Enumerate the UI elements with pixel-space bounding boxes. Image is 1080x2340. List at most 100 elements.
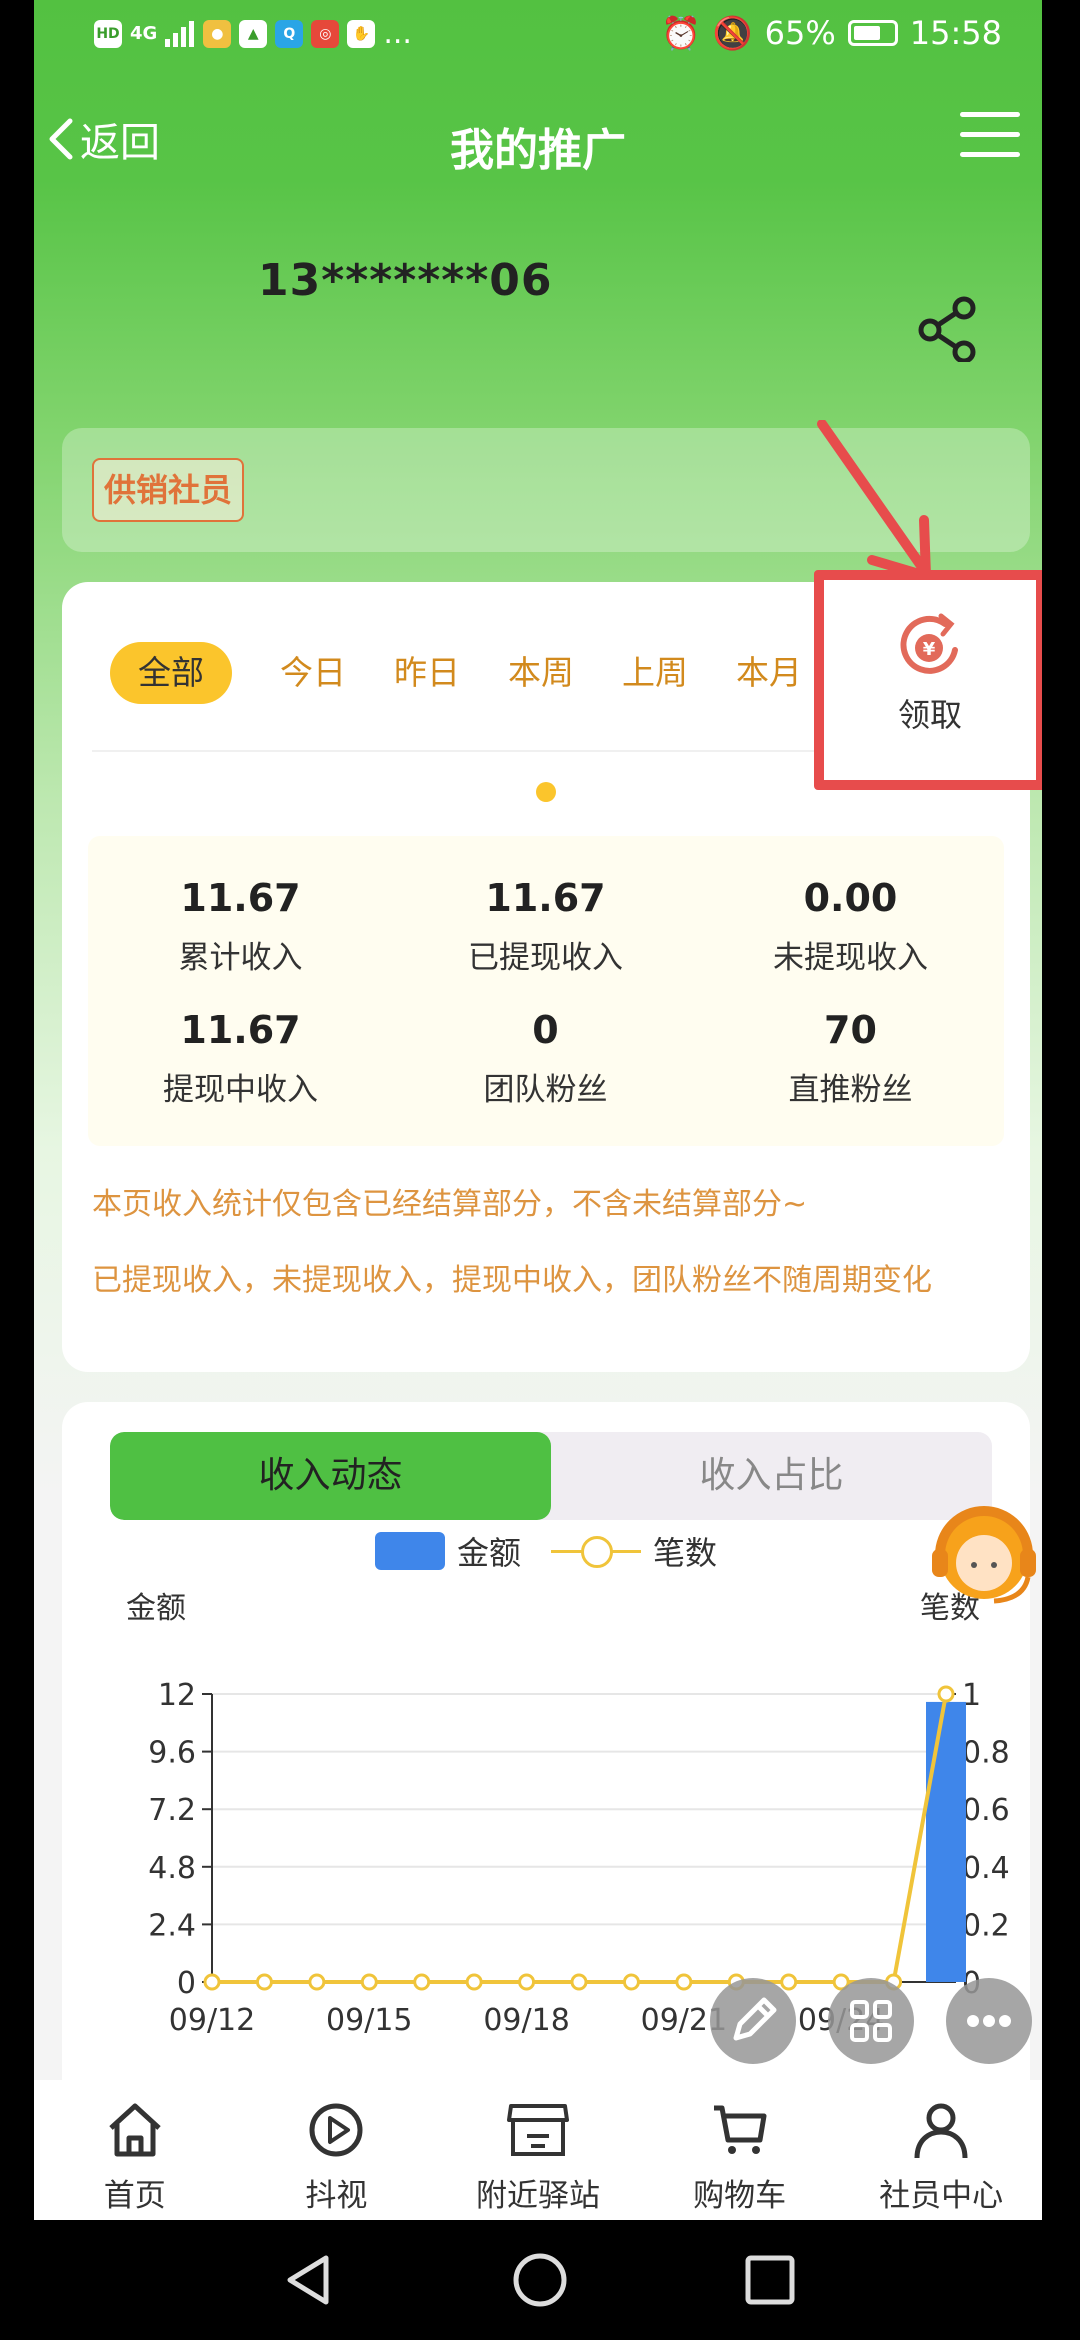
nav-label: 首页: [103, 2178, 166, 2214]
store-icon: [506, 2104, 569, 2156]
stat-withdrawing-income: 11.67 提现中收入: [88, 1008, 393, 1109]
chart-switch: 收入动态 收入占比: [110, 1432, 992, 1520]
share-icon[interactable]: [916, 296, 982, 362]
status-bar: HD 4G ● ▲ Q ◎ ✋ ... ⏰ 🔕 65% 15:58: [34, 0, 1042, 70]
period-tabs: 全部 今日 昨日 本周 上周 本月: [110, 642, 850, 704]
stat-value: 0: [532, 1008, 559, 1052]
line-count: [212, 1693, 948, 1984]
tab-last-week[interactable]: 上周: [622, 642, 688, 704]
bar-amount: [926, 1701, 966, 1982]
stat-label: 未提现收入: [773, 940, 928, 976]
apps-fab[interactable]: [828, 1978, 914, 2064]
stat-label: 直推粉丝: [788, 1072, 913, 1108]
y-right-tick-label: 0.8: [962, 1736, 1010, 1771]
y-left-tick-label: 7.2: [148, 1793, 196, 1828]
stat-value: 11.67: [485, 876, 606, 920]
tab-income-trend[interactable]: 收入动态: [110, 1432, 551, 1520]
y-left-tick-label: 2.4: [148, 1908, 196, 1943]
recents-square-icon[interactable]: [740, 2250, 800, 2310]
y-left-tick-label: 0: [177, 1966, 196, 2001]
line-point: [465, 1973, 483, 1991]
status-icons: HD 4G ● ▲ Q ◎ ✋ ...: [94, 16, 412, 51]
alarm-icon: ⏰: [660, 14, 701, 52]
page-title: 我的推广: [450, 125, 626, 176]
more-dots-icon: [967, 2015, 1011, 2027]
stat-direct-fans: 70 直推粉丝: [698, 1008, 1003, 1109]
legend-amount-label: 金额: [456, 1534, 521, 1572]
search-app-icon: Q: [275, 19, 304, 48]
battery-icon: [847, 20, 898, 46]
y-axis-left-label: 金额: [126, 1591, 186, 1626]
claim-label: 领取: [897, 696, 962, 734]
system-nav-bar: [0, 2220, 1080, 2340]
y-right-tick-label: 0.4: [962, 1851, 1010, 1886]
person-icon: [914, 2103, 968, 2159]
nav-member-center[interactable]: 社员中心: [840, 2080, 1042, 2220]
stat-label: 已提现收入: [468, 940, 623, 976]
stat-team-fans: 0 团队粉丝: [393, 1008, 698, 1109]
y-left-tick-label: 12: [158, 1678, 196, 1713]
line-point: [203, 1973, 221, 1991]
line-point: [308, 1973, 326, 1991]
nav-label: 抖视: [305, 2178, 368, 2214]
tab-today[interactable]: 今日: [280, 642, 346, 704]
edit-fab[interactable]: [710, 1978, 796, 2064]
legend-count-swatch: [551, 1532, 641, 1570]
stat-value: 11.67: [180, 1008, 301, 1052]
user-phone: 13*******06: [258, 255, 553, 306]
tab-this-month[interactable]: 本月: [736, 642, 802, 704]
tab-yesterday[interactable]: 昨日: [394, 642, 460, 704]
status-right: ⏰ 🔕 65% 15:58: [661, 14, 1002, 52]
app-icon: ◎: [311, 19, 340, 48]
nav-label: 购物车: [693, 2178, 787, 2214]
annotation-arrow: [817, 420, 931, 581]
more-icon: ...: [383, 16, 412, 51]
tab-this-week[interactable]: 本周: [508, 642, 574, 704]
line-point: [413, 1973, 431, 1991]
stat-unwithdrawn-income: 0.00 未提现收入: [698, 876, 1003, 977]
stat-value: 70: [824, 1008, 877, 1052]
clock: 15:58: [909, 14, 1002, 52]
stat-value: 11.67: [180, 876, 301, 920]
x-tick-label: 09/12: [169, 2003, 255, 2038]
settlement-note: 本页收入统计仅包含已经结算部分，不含未结算部分~: [92, 1187, 808, 1222]
nav-label: 附近驿站: [475, 2178, 600, 2214]
y-right-tick-label: 0.2: [962, 1908, 1010, 1943]
customer-service-icon[interactable]: [924, 1495, 1042, 1615]
hd-icon: HD: [94, 19, 122, 48]
nav-home[interactable]: 首页: [34, 2080, 236, 2220]
stats-grid: 11.67 累计收入 11.67 已提现收入 0.00 未提现收入 11.67 提现中收…: [88, 836, 1004, 1146]
line-point: [570, 1973, 588, 1991]
page-indicator-dot: [536, 782, 556, 802]
x-tick-label: 09/15: [326, 2003, 412, 2038]
nav-cart[interactable]: 购物车: [639, 2080, 841, 2220]
stat-label: 累计收入: [178, 940, 303, 976]
y-right-tick-label: 0.6: [962, 1793, 1010, 1828]
period-note: 已提现收入，未提现收入，提现中收入，团队粉丝不随周期变化: [92, 1263, 932, 1298]
home-circle-icon[interactable]: [510, 2250, 570, 2310]
coupon-claim-icon: ¥: [900, 613, 958, 674]
claim-button[interactable]: ¥ 领取: [814, 570, 1042, 790]
tab-all[interactable]: 全部: [110, 642, 232, 704]
line-point: [518, 1973, 536, 1991]
grid-icon: [850, 2000, 892, 2042]
pencil-icon: [733, 1997, 777, 2041]
home-icon: [109, 2103, 161, 2157]
nav-video[interactable]: 抖视: [236, 2080, 438, 2220]
hamburger-menu-icon[interactable]: [960, 112, 1020, 162]
legend-count-label: 笔数: [653, 1534, 718, 1572]
stat-withdrawn-income: 11.67 已提现收入: [393, 876, 698, 977]
y-left-tick-label: 9.6: [148, 1736, 196, 1771]
more-fab[interactable]: [946, 1978, 1032, 2064]
nav-label: 社员中心: [879, 2178, 1004, 2214]
x-tick-label: 09/18: [483, 2003, 569, 2038]
member-badge: 供销社员: [92, 458, 245, 522]
back-triangle-icon[interactable]: [280, 2250, 340, 2310]
stat-value: 0.00: [803, 876, 898, 920]
nav-nearby-station[interactable]: 附近驿站: [437, 2080, 639, 2220]
line-point: [360, 1973, 378, 1991]
app-icon: ●: [203, 19, 232, 48]
stat-label: 提现中收入: [163, 1072, 318, 1108]
video-icon: [309, 2103, 363, 2157]
line-point: [937, 1685, 955, 1703]
